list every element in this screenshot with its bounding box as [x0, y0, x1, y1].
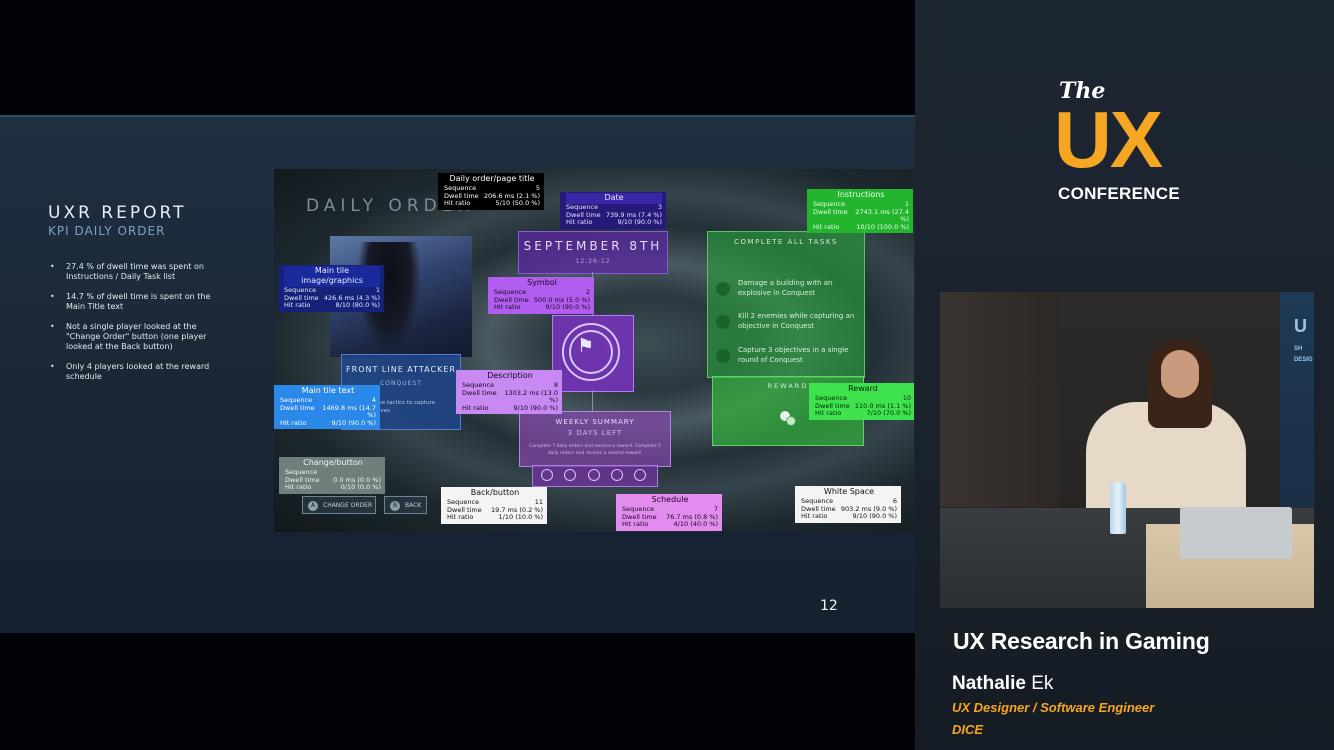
weekly-days-left: 3 DAYS LEFT [567, 429, 623, 437]
tasks-title: COMPLETE ALL TASKS [734, 238, 838, 246]
speaker-name: Nathalie Ek [952, 673, 1053, 695]
connector-line [592, 390, 593, 411]
banner-subtext: SH DESIG [1294, 346, 1313, 363]
speaker-role: UX Designer / Software Engineer [952, 700, 1155, 715]
annotation-change-button: Change/button Sequence Dwell time 0.0 ms … [279, 457, 385, 494]
a-button-icon: A [308, 500, 318, 511]
findings-list: 27.4 % of dwell time was spent on Instru… [48, 262, 223, 392]
date-panel: SEPTEMBER 8TH 12:26:12 [518, 231, 668, 274]
schedule-circle-icon [634, 469, 646, 481]
annotation-date: Date Sequence 3 Dwell time 739.9 ms (7.4 %… [560, 192, 666, 229]
task-text: Kill 2 enemies while capturing an object… [738, 312, 855, 330]
annotation-symbol: Symbol Sequence 2 Dwell time 500.0 ms (5.0… [488, 277, 594, 314]
speaker-last-name: Ek [1031, 673, 1054, 694]
annotation-reward: Reward Sequence 10 Dwell time 110.0 ms (1.… [809, 383, 914, 420]
weekly-description: Complete 7 daily orders and receive a re… [529, 444, 661, 456]
game-screenshot: DAILY ORDER FRONT LINE ATTACKER CONQUEST… [274, 169, 914, 532]
speaker-face [1161, 350, 1199, 398]
finding-item: 27.4 % of dwell time was spent on Instru… [48, 262, 223, 282]
finding-item: Not a single player looked at the "Chang… [48, 322, 223, 352]
instructions-panel: COMPLETE ALL TASKS Damage a building wit… [707, 231, 865, 378]
speaker-camera-feed: U SH DESIG [940, 292, 1314, 608]
water-bottle [1110, 482, 1126, 534]
annotation-main-tile-text: Main tile text Sequence 4 Dwell time 1469.… [274, 385, 380, 430]
speaker-first-name: Nathalie [952, 673, 1026, 694]
task-item: Capture 3 objectives in a single round o… [716, 345, 858, 371]
date-countdown: 12:26:12 [575, 258, 611, 265]
background-wall [940, 292, 1060, 507]
flag-icon: ⚑ [577, 335, 595, 357]
finding-item: 14.7 % of dwell time is spent on the Mai… [48, 292, 223, 312]
talk-title: UX Research in Gaming [953, 628, 1210, 654]
annotation-instructions: Instructions Sequence 1 Dwell time 2743.1 … [807, 189, 913, 234]
slide-page-number: 12 [820, 598, 838, 614]
weekly-summary-panel: WEEKLY SUMMARY 3 DAYS LEFT Complete 7 da… [519, 411, 671, 467]
laptop [1180, 507, 1292, 559]
b-button-icon: B [390, 500, 400, 511]
task-item: Kill 2 enemies while capturing an object… [716, 311, 858, 337]
annotation-page-title: Daily order/page title Sequence 5 Dwell t… [438, 173, 544, 210]
front-line-title: FRONT LINE ATTACKER [346, 365, 456, 374]
finding-item: Only 4 players looked at the reward sche… [48, 362, 223, 382]
schedule-circle-icon [564, 469, 576, 481]
annotation-schedule: Schedule Sequence 7 Dwell time 76.7 ms (0.… [616, 494, 722, 531]
weekly-summary-title: WEEKLY SUMMARY [555, 418, 635, 426]
reward-schedule [532, 465, 658, 487]
annotation-main-tile-image: Main tile image/graphics Sequence 1 Dwell… [278, 265, 384, 312]
slide-title: UXR REPORT [48, 203, 187, 223]
speaker-organization: DICE [952, 722, 984, 737]
task-status-icon [716, 349, 730, 363]
task-text: Capture 3 objectives in a single round o… [738, 346, 849, 364]
task-status-icon [716, 315, 730, 329]
back-button[interactable]: B BACK [384, 496, 427, 514]
annotation-white-space: White Space Sequence 6 Dwell time 903.2 ms… [795, 486, 901, 523]
annotation-description: Description Sequence 8 Dwell time 1303.2 m… [456, 370, 562, 415]
reward-icon [786, 416, 796, 426]
logo-conference: CONFERENCE [1058, 184, 1181, 203]
task-text: Damage a building with an explosive in C… [738, 279, 833, 297]
schedule-circle-icon [611, 469, 623, 481]
schedule-circle-icon [588, 469, 600, 481]
symbol-panel: ⚑ [552, 315, 634, 392]
date-text: SEPTEMBER 8TH [523, 239, 663, 253]
schedule-circle-icon [541, 469, 553, 481]
change-order-button[interactable]: A CHANGE ORDER [302, 496, 376, 514]
change-order-label: CHANGE ORDER [323, 502, 373, 509]
slide-subtitle: KPI DAILY ORDER [48, 224, 166, 238]
banner-text: U [1294, 316, 1307, 336]
task-item: Damage a building with an explosive in C… [716, 278, 858, 304]
annotation-back-button: Back/button Sequence 11 Dwell time 19.7 ms… [441, 487, 547, 524]
task-status-icon [716, 282, 730, 296]
logo-ux: UX [1054, 95, 1163, 184]
back-label: BACK [405, 502, 422, 509]
